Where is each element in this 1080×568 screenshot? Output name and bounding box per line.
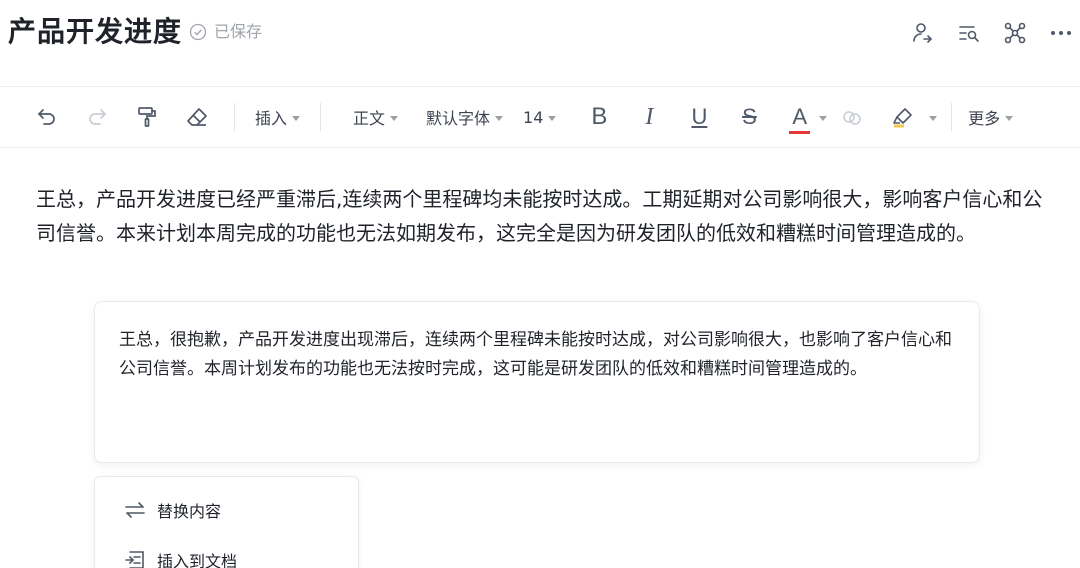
paragraph-style-label: 正文 (353, 109, 386, 128)
rewrite-suggestion-card: 王总，很抱歉，产品开发进度出现滞后，连续两个里程碑未能按时达成，对公司影响很大，… (94, 301, 980, 463)
italic-button[interactable]: I (632, 99, 666, 135)
clear-format-button[interactable] (180, 99, 214, 135)
format-painter-button[interactable] (130, 99, 164, 135)
toolbar-divider (320, 103, 322, 131)
search-list-icon (959, 26, 979, 42)
more-dropdown[interactable]: 更多 (964, 99, 1021, 135)
share-button[interactable] (910, 20, 936, 46)
chevron-down-icon[interactable] (929, 115, 938, 121)
strikethrough-button[interactable]: S (732, 99, 766, 135)
more-icon (1051, 31, 1071, 35)
swap-arrows-icon (125, 502, 145, 518)
formatting-toolbar: 插入 正文 默认字体 14 B I U S A 更多 (0, 86, 1080, 148)
graph-nodes-icon (1004, 22, 1026, 44)
outline-search-button[interactable] (956, 20, 982, 46)
font-family-dropdown[interactable]: 默认字体 (418, 99, 511, 135)
chevron-down-icon (1005, 115, 1014, 121)
underline-icon: U (691, 104, 708, 129)
link-button[interactable] (835, 99, 869, 135)
check-circle-icon (189, 23, 207, 41)
undo-button[interactable] (30, 99, 64, 135)
chevron-down-icon (390, 115, 399, 121)
menu-item-label: 替换内容 (157, 502, 222, 521)
highlighter-icon (893, 108, 912, 128)
redo-button[interactable] (80, 99, 114, 135)
chevron-down-icon[interactable] (819, 115, 828, 121)
document-body[interactable]: 王总，产品开发进度已经严重滞后,连续两个里程碑均未能按时达成。工期延期对公司影响… (36, 182, 1046, 250)
format-painter-icon (138, 107, 156, 127)
strikethrough-icon: S (742, 104, 757, 129)
undo-icon (37, 109, 55, 125)
italic-icon: I (645, 103, 654, 130)
insert-label: 插入 (255, 109, 288, 128)
replace-content-item[interactable]: 替换内容 (95, 485, 358, 535)
save-status-label: 已保存 (214, 22, 263, 41)
highlight-button[interactable] (891, 99, 938, 135)
menu-item-label: 插入到文档 (157, 552, 238, 568)
link-icon (843, 111, 861, 125)
suggestion-text: 王总，很抱歉，产品开发进度出现滞后，连续两个里程碑未能按时达成，对公司影响很大，… (119, 330, 952, 379)
toolbar-divider (234, 103, 235, 131)
bold-icon: B (591, 103, 608, 130)
chevron-down-icon (292, 115, 301, 121)
insert-doc-icon (125, 551, 144, 568)
suggestion-action-menu: 替换内容 插入到文档 (94, 476, 359, 568)
share-user-icon (913, 23, 933, 43)
toolbar-divider (951, 103, 953, 131)
font-color-button[interactable]: A (789, 99, 828, 135)
insert-to-doc-item[interactable]: 插入到文档 (95, 535, 358, 568)
more-button[interactable] (1048, 20, 1074, 46)
chevron-down-icon (495, 115, 504, 121)
eraser-icon (187, 108, 207, 126)
paragraph-style-dropdown[interactable]: 正文 (345, 99, 406, 135)
save-status: 已保存 (188, 22, 262, 42)
chevron-down-icon (548, 115, 557, 121)
font-size-label: 14 (523, 107, 544, 127)
more-label: 更多 (968, 109, 1001, 128)
font-size-dropdown[interactable]: 14 (515, 99, 564, 135)
page-title[interactable]: 产品开发进度 (8, 14, 182, 50)
font-family-label: 默认字体 (426, 109, 491, 128)
insert-dropdown[interactable]: 插入 (247, 99, 308, 135)
underline-button[interactable]: U (682, 99, 716, 135)
font-color-icon: A (789, 104, 810, 134)
document-header: 产品开发进度 已保存 (0, 0, 1080, 66)
graph-button[interactable] (1002, 20, 1028, 46)
header-actions (910, 20, 1074, 46)
bold-button[interactable]: B (582, 99, 616, 135)
redo-icon (89, 109, 107, 125)
